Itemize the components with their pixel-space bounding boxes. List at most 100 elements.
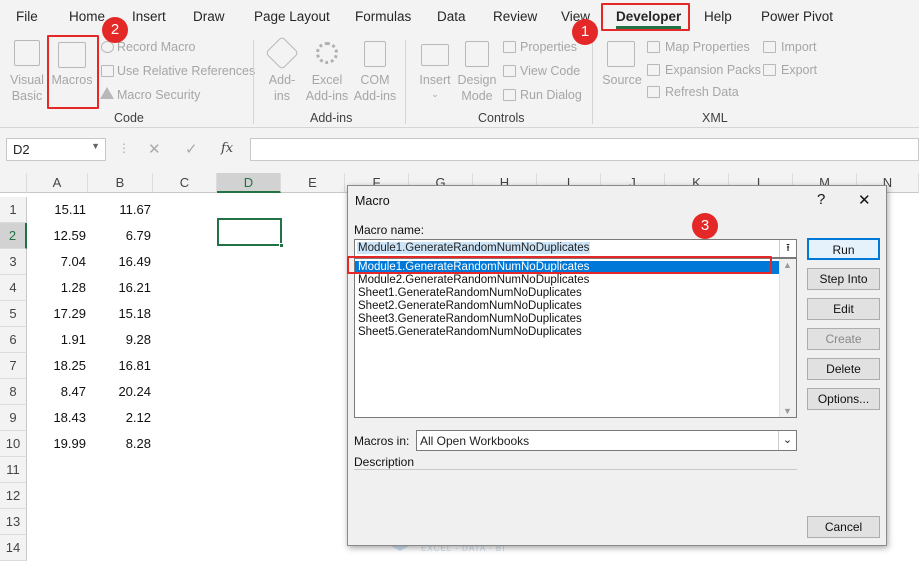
column-header[interactable]: D: [217, 173, 281, 193]
row-header[interactable]: 13: [0, 509, 27, 535]
list-item[interactable]: Sheet3.GenerateRandomNumNoDuplicates: [358, 313, 582, 326]
tab-page-layout[interactable]: Page Layout: [254, 9, 330, 24]
column-header[interactable]: A: [27, 173, 88, 193]
list-scrollbar[interactable]: ▲ ▼: [779, 259, 796, 417]
cell-a2[interactable]: 12.59: [27, 223, 86, 249]
select-all-corner[interactable]: [0, 173, 27, 193]
refresh-data-button[interactable]: Refresh Data: [665, 84, 739, 100]
run-dialog-button[interactable]: Run Dialog: [520, 87, 582, 103]
row-header[interactable]: 14: [0, 535, 27, 561]
row-header[interactable]: 12: [0, 483, 27, 509]
cell-a5[interactable]: 17.29: [27, 301, 86, 327]
chevron-down-icon[interactable]: ▼: [91, 141, 100, 151]
export-button[interactable]: Export: [781, 62, 817, 78]
cell-a8[interactable]: 8.47: [27, 379, 86, 405]
help-button[interactable]: ?: [817, 191, 825, 208]
view-code-icon: [503, 65, 516, 77]
design-mode-icon: [465, 41, 489, 67]
cancel-button[interactable]: Cancel: [807, 516, 880, 538]
scroll-down-icon[interactable]: ▼: [783, 406, 792, 416]
scroll-up-icon[interactable]: ▲: [783, 260, 792, 270]
properties-icon: [503, 41, 516, 53]
chevron-down-icon[interactable]: ⌄: [778, 431, 796, 450]
column-header[interactable]: E: [281, 173, 345, 193]
delete-button[interactable]: Delete: [807, 358, 880, 380]
visual-basic-label: Visual Basic: [10, 73, 44, 103]
tab-file[interactable]: File: [16, 9, 38, 24]
options-button[interactable]: Options...: [807, 388, 880, 410]
cell-a3[interactable]: 7.04: [27, 249, 86, 275]
tab-power-pivot[interactable]: Power Pivot: [761, 9, 833, 24]
name-box[interactable]: D2 ▼: [6, 138, 106, 161]
row-header[interactable]: 11: [0, 457, 27, 483]
tab-draw[interactable]: Draw: [193, 9, 225, 24]
cell-a6[interactable]: 1.91: [27, 327, 86, 353]
cell-b8[interactable]: 20.24: [88, 379, 151, 405]
properties-button[interactable]: Properties: [520, 39, 577, 55]
list-item[interactable]: Sheet1.GenerateRandomNumNoDuplicates: [358, 287, 582, 300]
row-header[interactable]: 4: [0, 275, 27, 301]
row-header[interactable]: 8: [0, 379, 27, 405]
list-item[interactable]: Sheet5.GenerateRandomNumNoDuplicates: [358, 326, 582, 339]
cell-b6[interactable]: 9.28: [88, 327, 151, 353]
cell-b1[interactable]: 11.67: [88, 197, 151, 223]
cancel-icon[interactable]: ✕: [148, 140, 161, 158]
step-into-button[interactable]: Step Into: [807, 268, 880, 290]
create-button[interactable]: Create: [807, 328, 880, 350]
run-button[interactable]: Run: [807, 238, 880, 260]
cell-b9[interactable]: 2.12: [88, 405, 151, 431]
cell-a4[interactable]: 1.28: [27, 275, 86, 301]
macros-in-select[interactable]: All Open Workbooks ⌄: [416, 430, 797, 451]
row-header[interactable]: 1: [0, 197, 27, 223]
collapse-dialog-icon[interactable]: ⭱: [779, 240, 796, 257]
export-icon: [763, 64, 776, 76]
tab-home[interactable]: Home: [69, 9, 105, 24]
cell-b10[interactable]: 8.28: [88, 431, 151, 457]
more-icon: ⋮: [118, 141, 130, 155]
cell-b7[interactable]: 16.81: [88, 353, 151, 379]
list-item[interactable]: Sheet2.GenerateRandomNumNoDuplicates: [358, 300, 582, 313]
cell-b5[interactable]: 15.18: [88, 301, 151, 327]
row-header[interactable]: 9: [0, 405, 27, 431]
row-header[interactable]: 3: [0, 249, 27, 275]
row-header[interactable]: 5: [0, 301, 27, 327]
check-icon[interactable]: ✓: [185, 140, 198, 158]
insert-function-icon[interactable]: fx: [221, 141, 233, 156]
row-header[interactable]: 2: [0, 223, 27, 249]
tab-data[interactable]: Data: [437, 9, 466, 24]
active-cell-d2[interactable]: [217, 218, 282, 246]
tab-review[interactable]: Review: [493, 9, 537, 24]
tab-help[interactable]: Help: [704, 9, 732, 24]
map-properties-button[interactable]: Map Properties: [665, 39, 750, 55]
macro-security-button[interactable]: Macro Security: [117, 87, 200, 103]
add-ins-label: Add- ins: [268, 73, 296, 103]
macro-name-label: Macro name:: [354, 223, 425, 237]
column-header[interactable]: B: [88, 173, 153, 193]
row-header[interactable]: 10: [0, 431, 27, 457]
row-header[interactable]: 7: [0, 353, 27, 379]
import-button[interactable]: Import: [781, 39, 816, 55]
use-relative-references-button[interactable]: Use Relative References: [117, 63, 255, 79]
close-button[interactable]: ✕: [858, 191, 871, 209]
cell-a1[interactable]: 15.11: [27, 197, 86, 223]
expansion-packs-icon: [647, 64, 660, 76]
tab-insert[interactable]: Insert: [132, 9, 166, 24]
formula-input[interactable]: [250, 138, 919, 161]
list-item[interactable]: Module2.GenerateRandomNumNoDuplicates: [358, 274, 589, 287]
cell-b3[interactable]: 16.49: [88, 249, 151, 275]
cell-a7[interactable]: 18.25: [27, 353, 86, 379]
cell-a10[interactable]: 19.99: [27, 431, 86, 457]
excel-add-ins-label: Excel Add-ins: [305, 73, 349, 103]
fill-handle[interactable]: [279, 243, 284, 248]
column-header[interactable]: C: [153, 173, 217, 193]
macro-list[interactable]: Module1.GenerateRandomNumNoDuplicates Mo…: [354, 258, 797, 418]
expansion-packs-button[interactable]: Expansion Packs: [665, 62, 761, 78]
row-header[interactable]: 6: [0, 327, 27, 353]
cell-a9[interactable]: 18.43: [27, 405, 86, 431]
cell-b2[interactable]: 6.79: [88, 223, 151, 249]
edit-button[interactable]: Edit: [807, 298, 880, 320]
view-code-button[interactable]: View Code: [520, 63, 580, 79]
record-macro-button[interactable]: Record Macro: [117, 39, 196, 55]
tab-formulas[interactable]: Formulas: [355, 9, 411, 24]
cell-b4[interactable]: 16.21: [88, 275, 151, 301]
